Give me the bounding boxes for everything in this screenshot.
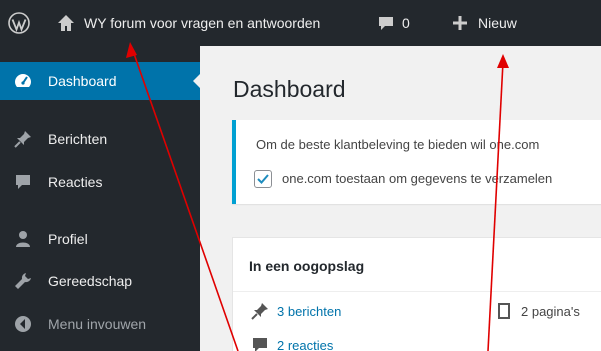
page-title: Dashboard (233, 76, 346, 102)
posts-count: 3 berichten (277, 303, 342, 319)
comments-count-link[interactable]: 2 reacties (251, 336, 333, 351)
notice-text: Om de beste klantbeleving te bieden wil … (256, 137, 540, 152)
consent-checkbox[interactable] (254, 170, 272, 188)
user-icon (12, 228, 34, 250)
sidebar-item-label: Menu invouwen (48, 316, 147, 332)
sidebar-item-berichten[interactable]: Berichten (0, 120, 200, 158)
wrench-icon (12, 270, 34, 292)
home-icon (58, 15, 74, 31)
sidebar-item-profiel[interactable]: Profiel (0, 220, 200, 258)
comment-icon (12, 171, 34, 193)
comments-count: 2 reacties (277, 337, 334, 351)
new-label: Nieuw (478, 15, 517, 31)
posts-count-link[interactable]: 3 berichten (251, 302, 341, 320)
wordpress-icon (8, 12, 30, 34)
sidebar-item-reacties[interactable]: Reacties (0, 163, 200, 201)
sidebar-item-label: Reacties (48, 174, 103, 190)
sidebar-item-label: Profiel (48, 231, 88, 247)
collapse-menu-button[interactable]: Menu invouwen (0, 305, 200, 343)
sidebar-item-gereedschap[interactable]: Gereedschap (0, 262, 200, 300)
sidebar-item-label: Gereedschap (48, 273, 133, 289)
widget-header[interactable]: In een oogopslag (233, 238, 601, 292)
pin-icon (251, 303, 268, 320)
checkmark-icon (257, 174, 269, 184)
sidebar-item-label: Dashboard (48, 73, 117, 89)
site-name: WY forum voor vragen en antwoorden (84, 15, 321, 31)
dashboard-icon (12, 70, 34, 92)
wordpress-logo-icon[interactable] (8, 0, 30, 46)
pin-icon (12, 128, 34, 150)
site-name-link[interactable]: WY forum voor vragen en antwoorden (56, 0, 320, 46)
pages-count-link[interactable]: 2 pagina's (495, 302, 580, 320)
comment-icon (253, 338, 267, 351)
admin-sidebar: Dashboard Berichten Reacties Profiel Ger… (0, 46, 201, 351)
comments-count: 0 (402, 15, 410, 31)
widget-title: In een oogopslag (249, 258, 365, 274)
data-consent-notice: Om de beste klantbeleving te bieden wil … (232, 120, 601, 204)
at-a-glance-widget: In een oogopslag 3 berichten 2 pagina's … (232, 237, 601, 351)
new-content-button[interactable]: Nieuw (452, 0, 517, 46)
collapse-icon (12, 313, 34, 335)
sidebar-item-dashboard[interactable]: Dashboard (0, 62, 201, 100)
page-icon (498, 303, 510, 319)
admin-bar: WY forum voor vragen en antwoorden 0 Nie… (0, 0, 601, 46)
plus-icon (453, 16, 467, 30)
pages-count: 2 pagina's (521, 303, 580, 319)
sidebar-item-label: Berichten (48, 131, 108, 147)
comments-link[interactable]: 0 (378, 0, 410, 46)
comment-bubble-icon (379, 17, 393, 30)
consent-checkbox-label[interactable]: one.com toestaan om gegevens te verzamel… (282, 171, 552, 186)
